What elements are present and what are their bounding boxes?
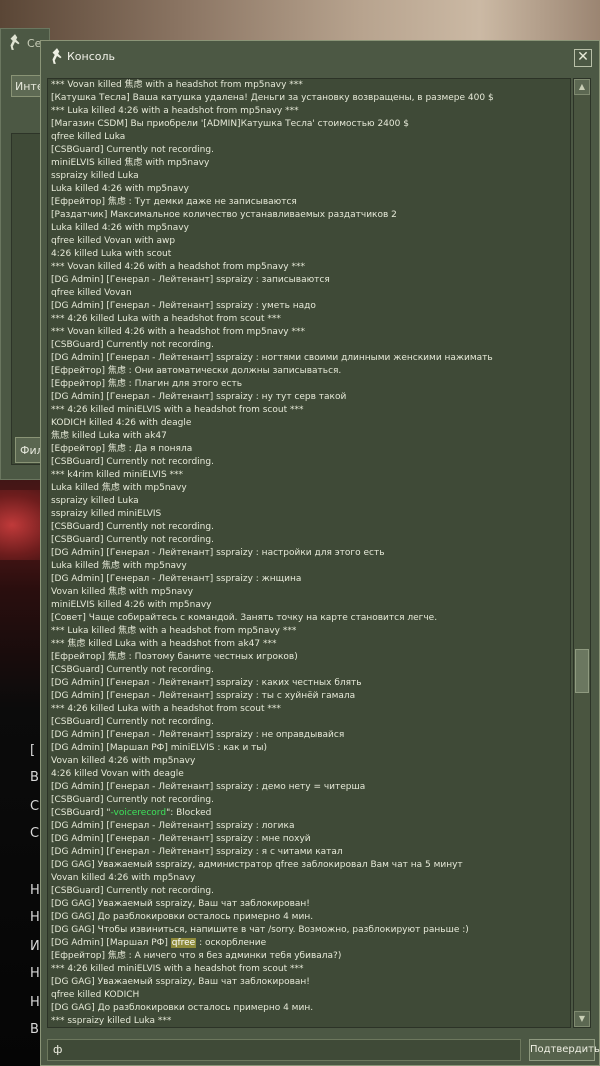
console-line: [DG Admin] [Генерал - Лейтенант] sspraiz… — [51, 301, 316, 311]
console-line: [DG Admin] [Генерал - Лейтенант] sspraiz… — [51, 847, 343, 857]
console-line: *** 4:26 killed miniELVIS with a headsho… — [51, 405, 304, 415]
console-line: miniELVIS killed 焦虑 with mp5navy — [51, 158, 210, 168]
console-title: Консоль — [67, 50, 116, 63]
scroll-up-button[interactable]: ▲ — [574, 79, 590, 95]
console-line: [Ефрейтор] 焦虑 : Да я поняла — [51, 444, 193, 454]
console-line: 4:26 killed Vovan with deagle — [51, 769, 184, 779]
console-line: 4:26 killed Luka with scout — [51, 249, 172, 259]
console-line: [CSBGuard] Currently not recording. — [51, 886, 214, 896]
scroll-thumb[interactable] — [575, 649, 589, 693]
console-line: Luka killed 焦虑 with mp5navy — [51, 483, 187, 493]
console-line: [Ефрейтор] 焦虑 : Они автоматически должны… — [51, 366, 342, 376]
command-input[interactable]: ф — [47, 1039, 521, 1061]
console-line: [CSBGuard] Currently not recording. — [51, 795, 214, 805]
console-line: [DG Admin] [Генерал - Лейтенант] sspraiz… — [51, 834, 311, 844]
console-line: qfree killed KODICH — [51, 990, 140, 1000]
console-line: sspraizy killed Luka — [51, 496, 139, 506]
console-line: *** k4rim killed miniELVIS *** — [51, 470, 184, 480]
console-line: [DG Admin] [Генерал - Лейтенант] sspraiz… — [51, 782, 366, 792]
console-line: *** Vovan killed 4:26 with a headshot fr… — [51, 262, 305, 272]
console-line: [DG Admin] [Генерал - Лейтенант] sspraiz… — [51, 678, 362, 688]
console-line: [DG Admin] [Маршал РФ] miniELVIS : как и… — [51, 743, 268, 753]
console-line: [CSBGuard] Currently not recording. — [51, 717, 214, 727]
console-scrollbar[interactable]: ▲ ▼ — [573, 78, 591, 1028]
console-line: qfree killed Vovan — [51, 288, 132, 298]
submit-button[interactable]: Подтвердить — [529, 1039, 600, 1061]
console-line: [DG Admin] [Генерал - Лейтенант] sspraiz… — [51, 691, 356, 701]
console-line: [DG GAG] Уважаемый sspraizy, администрат… — [51, 860, 463, 870]
console-line: 焦虑 killed Luka with ak47 — [51, 431, 167, 441]
console-line: [DG GAG] Чтобы извиниться, напишите в ча… — [51, 925, 469, 935]
console-line: [DG GAG] Уважаемый sspraizy, Ваш чат заб… — [51, 977, 310, 987]
console-line: [DG GAG] До разблокировки осталось приме… — [51, 1003, 314, 1013]
console-line: Luka killed 4:26 with mp5navy — [51, 223, 189, 233]
console-line: [Совет] Чаще собирайтесь с командой. Зан… — [51, 613, 438, 623]
cs-logo-icon — [10, 34, 20, 50]
console-line: [CSBGuard] Currently not recording. — [51, 522, 214, 532]
console-line: [CSBGuard] Currently not recording. — [51, 457, 214, 467]
console-line: [CSBGuard] Currently not recording. — [51, 535, 214, 545]
console-line: Vovan killed 4:26 with mp5navy — [51, 756, 196, 766]
console-titlebar[interactable]: Консоль ✕ — [41, 41, 599, 73]
console-line: [Ефрейтор] 焦虑 : Тут демки даже не записы… — [51, 197, 297, 207]
console-line: miniELVIS killed 4:26 with mp5navy — [51, 600, 212, 610]
console-line: [DG Admin] [Генерал - Лейтенант] sspraiz… — [51, 392, 347, 402]
console-line: sspraizy killed Luka — [51, 171, 139, 181]
console-line: *** sspraizy killed Luka *** — [51, 1016, 172, 1026]
console-line: [CSBGuard] "-voicerecord": Blocked — [51, 808, 212, 818]
console-line: [DG Admin] [Генерал - Лейтенант] sspraiz… — [51, 821, 295, 831]
console-line: *** Vovan killed 4:26 with a headshot fr… — [51, 327, 305, 337]
console-line: [Магазин CSDM] Вы приобрели '[ADMIN]Кату… — [51, 119, 409, 129]
console-line: [DG Admin] [Генерал - Лейтенант] sspraiz… — [51, 548, 385, 558]
console-line: [DG Admin] [Генерал - Лейтенант] sspraiz… — [51, 275, 330, 285]
console-line: [DG Admin] [Генерал - Лейтенант] sspraiz… — [51, 353, 493, 363]
console-window: Консоль ✕ *** Vovan killed 焦虑 with a hea… — [40, 40, 600, 1066]
console-line: *** 焦虑 killed Luka with a headshot from … — [51, 639, 277, 649]
console-line: *** 4:26 killed miniELVIS with a headsho… — [51, 964, 304, 974]
console-line: [DG GAG] До разблокировки осталось приме… — [51, 912, 314, 922]
console-line: Vovan killed 焦虑 with mp5navy — [51, 587, 194, 597]
console-line: Luka killed 4:26 with mp5navy — [51, 184, 189, 194]
console-line: [Ефрейтор] 焦虑 : А ничего что я без админ… — [51, 951, 342, 961]
close-button[interactable]: ✕ — [574, 49, 592, 67]
console-line: *** Luka killed 4:26 with a headshot fro… — [51, 106, 299, 116]
console-line: [DG GAG] Уважаемый sspraizy, Ваш чат заб… — [51, 899, 310, 909]
console-line: sspraizy killed miniELVIS — [51, 509, 162, 519]
console-line: [CSBGuard] Currently not recording. — [51, 665, 214, 675]
console-line: Vovan killed 4:26 with mp5navy — [51, 873, 196, 883]
console-line: KODICH killed 4:26 with deagle — [51, 418, 192, 428]
console-line: *** 4:26 killed Luka with a headshot fro… — [51, 314, 281, 324]
console-line: [Раздатчик] Максимальное количество уста… — [51, 210, 397, 220]
scroll-down-button[interactable]: ▼ — [574, 1011, 590, 1027]
console-line: [Ефрейтор] 焦虑 : Плагин для этого есть — [51, 379, 243, 389]
console-line: *** Vovan killed 焦虑 with a headshot from… — [51, 80, 303, 90]
console-line: Luka killed 焦虑 with mp5navy — [51, 561, 187, 571]
console-output[interactable]: *** Vovan killed 焦虑 with a headshot from… — [47, 78, 571, 1028]
console-line: *** 4:26 killed Luka with a headshot fro… — [51, 704, 281, 714]
console-line: qfree killed Luka — [51, 132, 126, 142]
console-line: *** Luka killed 焦虑 with a headshot from … — [51, 626, 297, 636]
console-line: [Катушка Тесла] Ваша катушка удалена! Де… — [51, 93, 494, 103]
console-line: [DG Admin] [Генерал - Лейтенант] sspraiz… — [51, 730, 345, 740]
console-line: [DG Admin] [Маршал РФ] qfree : оскорблен… — [51, 938, 267, 948]
console-line: [DG Admin] [Генерал - Лейтенант] sspraiz… — [51, 574, 302, 584]
cs-logo-icon — [52, 48, 62, 64]
console-line: qfree killed Vovan with awp — [51, 236, 176, 246]
console-line: [CSBGuard] Currently not recording. — [51, 340, 214, 350]
console-line: [Ефрейтор] 焦虑 : Поэтому баните честных и… — [51, 652, 298, 662]
console-line: [CSBGuard] Currently not recording. — [51, 145, 214, 155]
